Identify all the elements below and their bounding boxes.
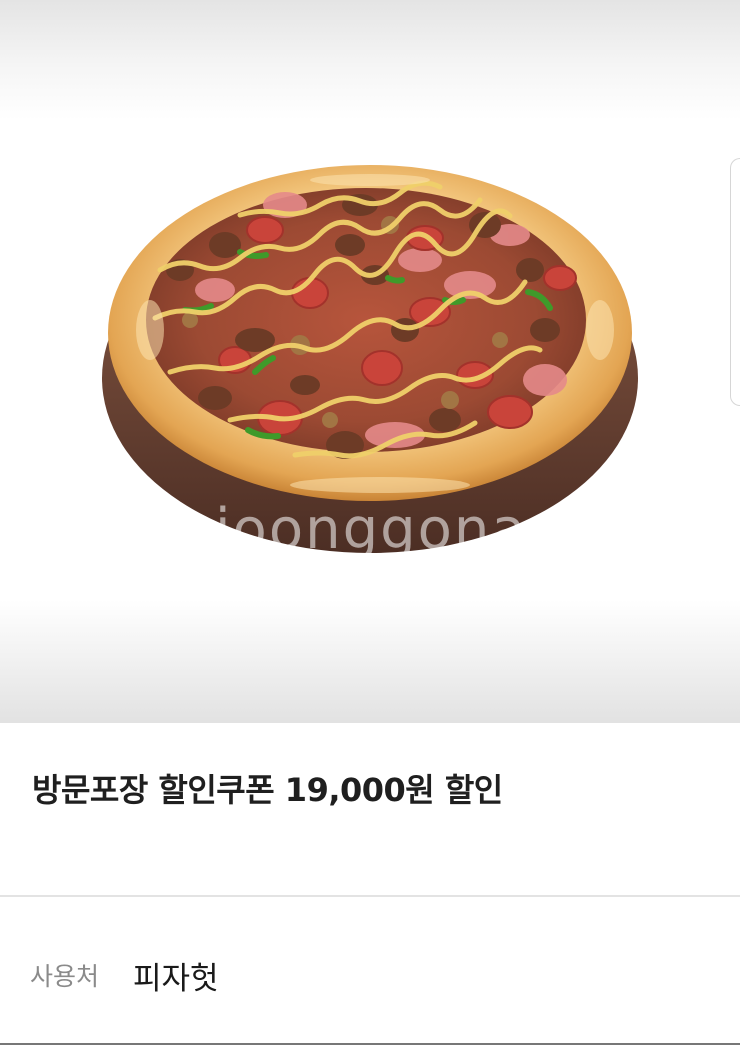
usage-label: 사용처 xyxy=(30,962,100,991)
side-scroll-handle[interactable] xyxy=(730,158,740,406)
usage-info-row: 사용처 피자헛 xyxy=(0,897,740,1043)
watermark-text: joonggonara xyxy=(213,497,589,562)
coupon-title-section: 방문포장 할인쿠폰 19,000원 할인 xyxy=(0,723,740,895)
coupon-title: 방문포장 할인쿠폰 19,000원 할인 xyxy=(32,771,503,809)
product-image-area: joonggonara xyxy=(0,0,740,723)
pizza-image: joonggonara xyxy=(102,165,638,562)
usage-value: 피자헛 xyxy=(133,961,219,997)
